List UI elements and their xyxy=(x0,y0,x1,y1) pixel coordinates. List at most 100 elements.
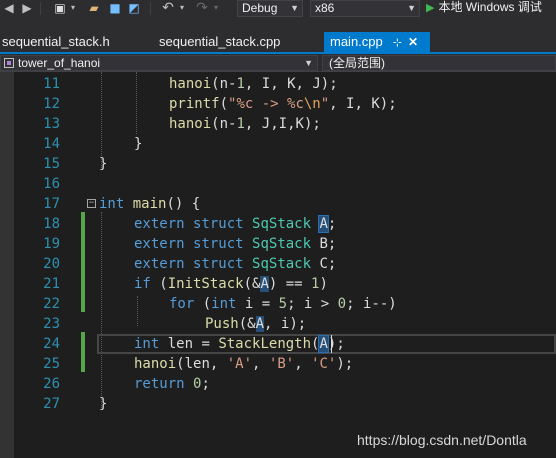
line-number: 12 xyxy=(43,96,60,112)
member-scope-value: (全局范围) xyxy=(329,56,385,70)
code-token: len xyxy=(167,336,194,352)
code-line: 19 extern struct SqStack B; xyxy=(0,234,556,254)
redo-icon[interactable]: ↷ xyxy=(194,1,210,15)
configuration-dropdown[interactable]: Debug ▼ xyxy=(237,0,303,17)
code-line: 22 for (int i = 5; i > 0; i--) xyxy=(0,294,556,314)
code-line: 20 extern struct SqStack C; xyxy=(0,254,556,274)
code-token: int xyxy=(99,196,125,212)
close-icon[interactable]: ✕ xyxy=(408,35,418,49)
tab-label: sequential_stack.h xyxy=(2,34,110,49)
platform-dropdown[interactable]: x86 ▼ xyxy=(310,0,420,17)
code-token: \n xyxy=(303,96,321,112)
code-line: 27 } xyxy=(0,394,556,414)
code-token: hanoi xyxy=(169,116,212,132)
tab-sequential-stack-cpp[interactable]: sequential_stack.cpp xyxy=(159,32,280,52)
tab-main-cpp[interactable]: main.cpp ⊹ ✕ xyxy=(324,32,430,52)
run-label: 本地 Windows 调试 xyxy=(438,0,542,14)
line-number: 19 xyxy=(43,236,60,252)
forward-icon[interactable]: ▶ xyxy=(20,1,34,15)
line-number: 24 xyxy=(43,336,60,352)
chevron-down-icon[interactable]: ▾ xyxy=(69,1,77,15)
text-caret xyxy=(331,335,332,353)
code-token: C xyxy=(319,256,328,272)
code-text: extern struct SqStack C; xyxy=(134,256,337,272)
code-token: SqStack xyxy=(252,236,312,252)
code-token: A xyxy=(260,276,269,292)
back-icon[interactable]: ◀ xyxy=(2,1,16,15)
code-token: 1 xyxy=(311,276,320,292)
line-number: 25 xyxy=(43,356,60,372)
collapse-toggle[interactable]: − xyxy=(87,199,96,208)
code-text: } xyxy=(99,396,108,412)
code-token: StackLength xyxy=(218,336,312,352)
code-token: len xyxy=(184,356,210,372)
code-token: struct xyxy=(193,256,244,272)
code-text: return 0; xyxy=(134,376,210,392)
new-item-icon[interactable]: ▣ xyxy=(52,1,68,15)
code-token: int xyxy=(211,296,237,312)
configuration-value: Debug xyxy=(242,1,278,15)
code-text: Push(&A, i); xyxy=(205,316,307,332)
project-scope-dropdown[interactable]: tower_of_hanoi ▼ xyxy=(0,55,318,71)
code-token: i xyxy=(244,296,254,312)
line-number: 14 xyxy=(43,136,60,152)
line-number: 13 xyxy=(43,116,60,132)
code-token: n xyxy=(219,76,229,92)
code-token: K xyxy=(287,76,296,92)
pin-icon[interactable]: ⊹ xyxy=(393,37,402,49)
code-line: 15 } xyxy=(0,154,556,174)
play-icon: ▶ xyxy=(426,2,435,14)
member-scope-dropdown[interactable]: (全局范围) xyxy=(322,55,556,71)
chevron-down-icon: ▼ xyxy=(304,58,313,68)
save-icon[interactable]: ■ xyxy=(108,1,122,15)
code-token: "%c -> %c xyxy=(228,96,304,112)
code-token: 0 xyxy=(193,376,202,392)
line-number: 11 xyxy=(43,76,60,92)
tab-sequential-stack-h[interactable]: sequential_stack.h xyxy=(2,32,110,52)
tab-label: sequential_stack.cpp xyxy=(159,34,281,49)
code-token: for xyxy=(169,296,195,312)
toolbar: ◀ ▶ ▣ ▾ ▰ ■ ◩ ↶ ▾ ↷ ▾ Debug ▼ x86 ▼ ▶ 本地 … xyxy=(0,0,556,18)
code-text: int main() { xyxy=(99,196,201,212)
toolbar-separator xyxy=(150,2,151,15)
code-token: InitStack xyxy=(167,276,244,292)
code-token: A xyxy=(255,316,265,332)
navigation-bar: tower_of_hanoi ▼ (全局范围) xyxy=(0,54,556,72)
code-token: i xyxy=(362,296,372,312)
code-line: 13 hanoi(n-1, J,I,K); xyxy=(0,114,556,134)
chevron-down-icon: ▼ xyxy=(407,3,416,13)
code-text: if (InitStack(&A) == 1) xyxy=(134,276,328,292)
code-text: for (int i = 5; i > 0; i--) xyxy=(169,296,397,312)
code-token: 5 xyxy=(278,296,288,312)
code-token: struct xyxy=(193,236,244,252)
line-number: 20 xyxy=(43,256,60,272)
code-line: 23 Push(&A, i); xyxy=(0,314,556,334)
chevron-down-icon: ▼ xyxy=(290,3,299,13)
start-debugging-button[interactable]: ▶ 本地 Windows 调试 xyxy=(426,0,542,17)
code-line: 24 int len = StackLength(A); xyxy=(0,334,556,354)
undo-icon[interactable]: ↶ xyxy=(160,1,176,15)
line-number: 22 xyxy=(43,296,60,312)
chevron-down-icon[interactable]: ▾ xyxy=(212,1,220,15)
code-token: main xyxy=(132,196,167,212)
watermark: https://blog.csdn.net/Dontla xyxy=(357,432,527,448)
code-text: extern struct SqStack B; xyxy=(134,236,337,252)
line-number: 18 xyxy=(43,216,60,232)
project-icon xyxy=(4,58,14,68)
line-number: 26 xyxy=(43,376,60,392)
code-token: extern xyxy=(134,236,185,252)
document-tabs: sequential_stack.h sequential_stack.cpp … xyxy=(0,18,556,52)
code-token: 0 xyxy=(337,296,347,312)
code-token: 'B' xyxy=(268,356,295,372)
code-token: K xyxy=(295,116,304,132)
code-token: Push xyxy=(205,316,239,332)
save-all-icon[interactable]: ◩ xyxy=(126,1,142,15)
open-folder-icon[interactable]: ▰ xyxy=(86,1,102,15)
code-editor[interactable]: 11 hanoi(n-1, I, K, J); 12 printf("%c ->… xyxy=(0,72,556,458)
chevron-down-icon[interactable]: ▾ xyxy=(178,1,186,15)
code-token: A xyxy=(318,215,329,233)
code-token: hanoi xyxy=(134,356,177,372)
code-token: printf xyxy=(169,96,220,112)
code-token: A xyxy=(318,335,329,353)
code-text: printf("%c -> %c\n", I, K); xyxy=(169,96,397,112)
